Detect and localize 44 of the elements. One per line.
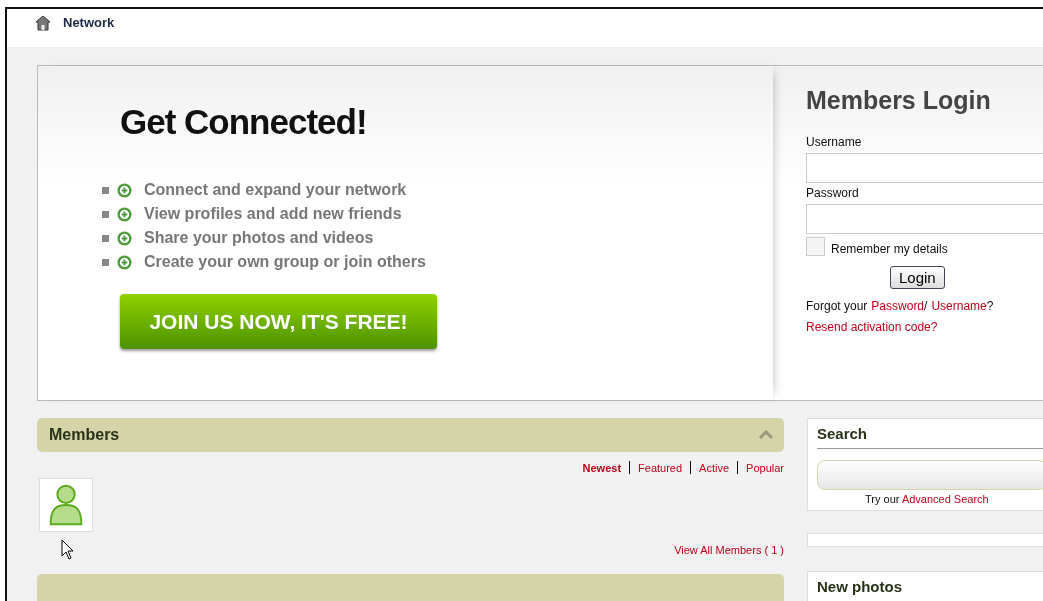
advanced-search-link[interactable]: Advanced Search: [901, 493, 989, 505]
hint-text: Try our: [865, 493, 900, 505]
feature-text: View profiles and add new friends: [144, 205, 402, 223]
home-icon[interactable]: [35, 15, 51, 31]
photos-title: New photos: [817, 578, 903, 597]
forgot-text: Forgot your: [806, 299, 868, 313]
password-field[interactable]: [806, 204, 1043, 234]
password-link[interactable]: Password: [871, 299, 925, 313]
plus-icon: [117, 230, 132, 246]
separator-text: /: [924, 299, 928, 313]
plus-icon: [117, 182, 132, 198]
plus-icon: [117, 206, 132, 222]
question-mark: ?: [986, 299, 994, 313]
bullet-icon: [102, 210, 109, 218]
feature-text: Create your own group or join others: [144, 253, 426, 271]
username-label: Username: [806, 135, 863, 149]
mouse-cursor-icon: [61, 539, 75, 561]
username-link[interactable]: Username: [931, 299, 987, 313]
section-header[interactable]: [37, 574, 784, 601]
remember-checkbox[interactable]: [806, 237, 825, 256]
filter-tab[interactable]: Active: [691, 461, 738, 474]
filter-tab[interactable]: Popular: [738, 461, 784, 474]
bullet-icon: [102, 258, 109, 266]
bullet-icon: [102, 234, 109, 242]
feature-text: Connect and expand your network: [144, 181, 407, 199]
search-field[interactable]: [817, 460, 1043, 490]
resend-link[interactable]: Resend activation code?: [806, 320, 1043, 334]
plus-icon: [117, 254, 132, 270]
members-header[interactable]: Members: [37, 418, 784, 452]
hero-title: Get Connected!: [120, 102, 368, 142]
chevron-up-icon[interactable]: [758, 430, 774, 440]
password-label: Password: [806, 186, 860, 200]
feature-text: Share your photos and videos: [144, 229, 374, 247]
search-title: Search: [817, 425, 1043, 449]
login-button[interactable]: Login: [890, 266, 945, 289]
member-avatar[interactable]: [39, 478, 93, 532]
bullet-icon: [102, 186, 109, 194]
username-field[interactable]: [806, 153, 1043, 183]
remember-label: Remember my details: [831, 242, 948, 256]
login-title: Members Login: [806, 86, 992, 115]
site-title[interactable]: Network: [63, 15, 115, 30]
filter-tab[interactable]: Newest: [574, 461, 630, 474]
view-all-link[interactable]: View All Members ( 1 ): [674, 544, 784, 556]
filter-tab[interactable]: Featured: [630, 461, 691, 474]
